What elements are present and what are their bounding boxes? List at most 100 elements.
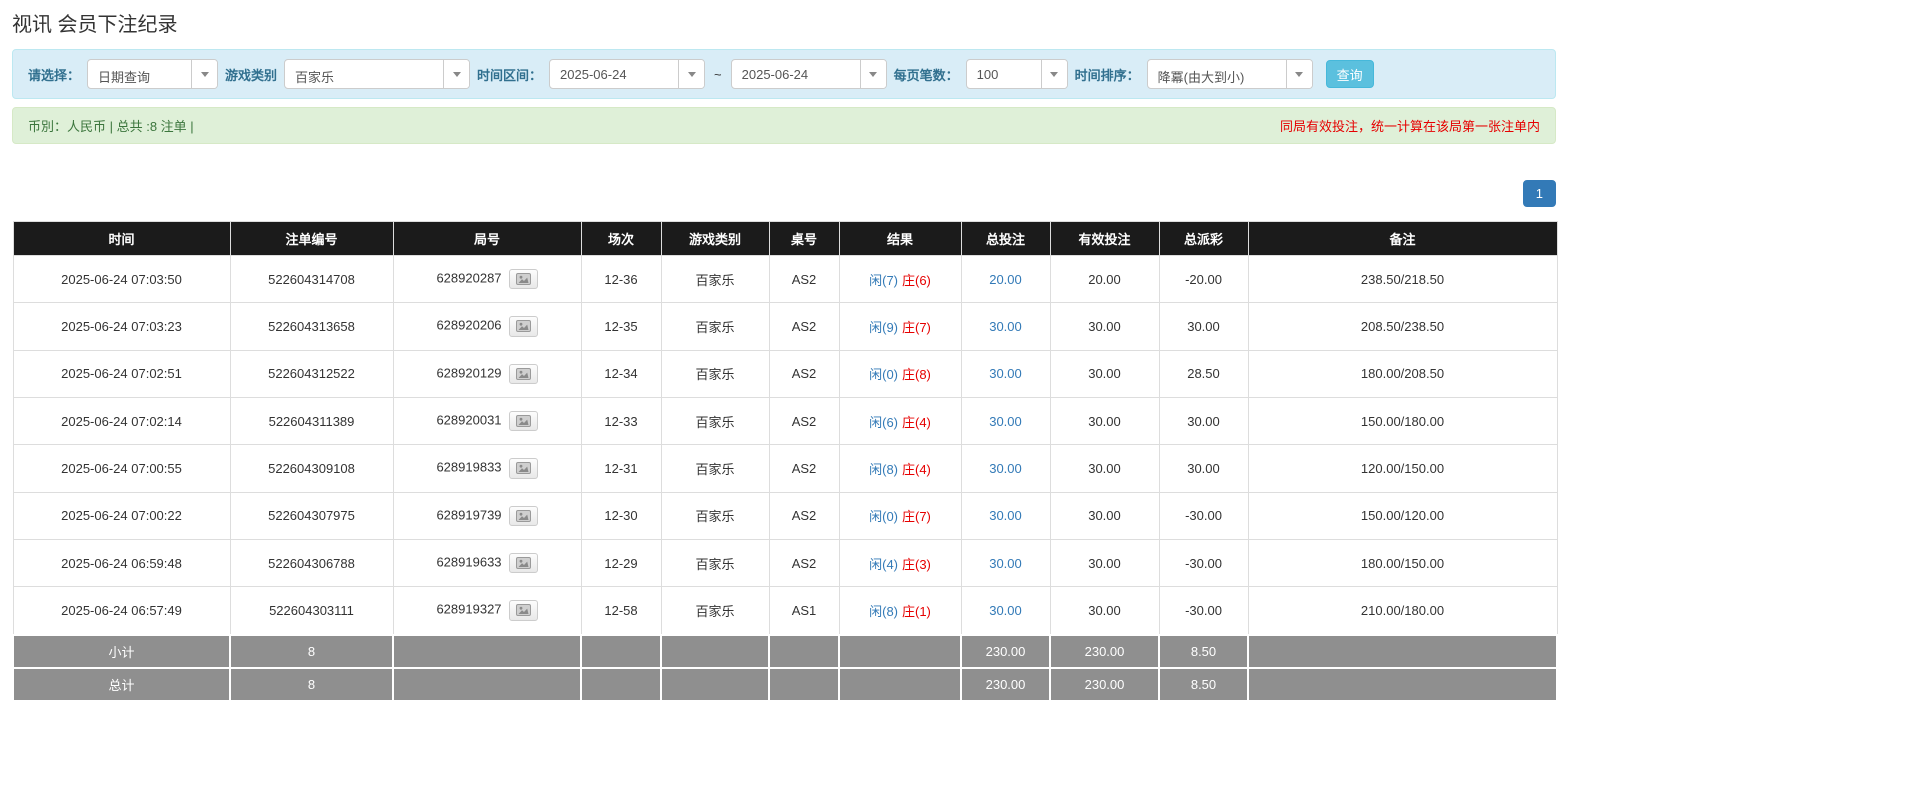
game-type-value: 百家乐 <box>295 70 335 85</box>
filter-bar: 请选择： 日期查询 游戏类别 百家乐 时间区间： 2025-06-24 ~ 20… <box>12 49 1556 99</box>
chevron-down-icon[interactable] <box>678 60 705 88</box>
result-banker: 庄(1) <box>902 603 931 619</box>
video-replay-icon <box>515 367 531 380</box>
query-mode-value: 日期查询 <box>98 70 151 85</box>
summary-bar: 币別：人民币 | 总共 :8 注单 | 同局有效投注，统一计算在该局第一张注单内 <box>12 107 1556 144</box>
table-no: AS2 <box>768 349 840 398</box>
total-bet-link[interactable]: 30.00 <box>989 319 1022 334</box>
round-cell: 628919633 <box>392 538 582 588</box>
total-bet-link[interactable]: 30.00 <box>989 603 1022 618</box>
table-no: AS2 <box>768 254 840 304</box>
total-bet-link[interactable]: 30.00 <box>989 414 1022 429</box>
round-video-button[interactable] <box>508 269 538 290</box>
round-id: 628919833 <box>436 459 502 475</box>
video-replay-icon <box>515 462 531 475</box>
round-cell: 628919739 <box>392 491 582 540</box>
result-cell: 闲(0) 庄(8) <box>838 349 962 398</box>
round-video-button[interactable] <box>508 458 538 479</box>
round-id: 628920129 <box>436 365 502 381</box>
result-cell: 闲(7) 庄(6) <box>838 254 962 304</box>
total-bet-cell: 30.00 <box>960 586 1051 636</box>
total-bet-link[interactable]: 30.00 <box>989 508 1022 523</box>
search-button[interactable]: 查询 <box>1325 60 1374 88</box>
betting-records-table: 时间 注单编号 局号 场次 游戏类别 桌号 结果 总投注 有效投注 总派彩 备注… <box>12 221 1558 702</box>
col-total-bet: 总投注 <box>960 221 1051 256</box>
video-replay-icon <box>515 320 531 333</box>
result-cell: 闲(4) 庄(3) <box>838 538 962 588</box>
bet-time: 2025-06-24 07:03:23 <box>12 302 231 351</box>
date-from-select[interactable]: 2025-06-24 <box>549 59 706 89</box>
bet-time: 2025-06-24 07:00:55 <box>12 444 231 493</box>
session: 12-58 <box>580 586 662 636</box>
payout: -30.00 <box>1158 538 1249 588</box>
bet-time: 2025-06-24 07:02:51 <box>12 349 231 398</box>
table-no: AS1 <box>768 586 840 636</box>
valid-bet: 30.00 <box>1049 444 1160 493</box>
chevron-down-icon[interactable] <box>1040 60 1067 88</box>
date-range-tilde: ~ <box>714 66 722 82</box>
col-table-no: 桌号 <box>768 221 840 256</box>
table-no: AS2 <box>768 444 840 493</box>
payout: 30.00 <box>1158 302 1249 351</box>
valid-bet: 20.00 <box>1049 254 1160 304</box>
sort-order-select[interactable]: 降冪(由大到小) <box>1146 59 1313 89</box>
chevron-down-icon[interactable] <box>191 60 218 88</box>
page-title: 视讯 会员下注纪录 <box>12 14 178 36</box>
total-bet-link[interactable]: 20.00 <box>989 272 1022 287</box>
query-mode-select[interactable]: 日期查询 <box>87 59 219 89</box>
result-banker: 庄(8) <box>902 367 931 383</box>
chevron-down-icon[interactable] <box>859 60 886 88</box>
total-bet-link[interactable]: 30.00 <box>989 461 1022 476</box>
session: 12-31 <box>580 444 662 493</box>
pagination: 1 <box>12 180 1556 207</box>
video-replay-icon <box>515 556 531 569</box>
bet-time: 2025-06-24 06:59:48 <box>12 538 231 588</box>
subtotal-count: 8 <box>229 633 394 669</box>
select-label: 请选择： <box>28 67 81 83</box>
game-type-select[interactable]: 百家乐 <box>284 59 471 89</box>
summary-currency-count: 币別：人民币 | 总共 :8 注单 | <box>28 119 194 134</box>
bet-time: 2025-06-24 06:57:49 <box>12 586 231 636</box>
table-no: AS2 <box>768 302 840 351</box>
total-total-bet: 230.00 <box>960 666 1051 702</box>
date-to-select[interactable]: 2025-06-24 <box>730 59 887 89</box>
result-cell: 闲(6) 庄(4) <box>838 396 962 446</box>
bet-id: 522604303111 <box>229 586 394 636</box>
round-video-button[interactable] <box>508 363 538 384</box>
chevron-down-icon[interactable] <box>1285 60 1312 88</box>
bet-id: 522604313658 <box>229 302 394 351</box>
subtotal-valid-bet: 230.00 <box>1049 633 1160 669</box>
total-bet-cell: 30.00 <box>960 302 1051 351</box>
round-video-button[interactable] <box>508 552 538 574</box>
chevron-down-icon[interactable] <box>443 60 470 88</box>
col-payout: 总派彩 <box>1158 221 1249 256</box>
round-video-button[interactable] <box>508 600 538 621</box>
subtotal-payout: 8.50 <box>1158 633 1249 669</box>
round-video-button[interactable] <box>508 410 538 432</box>
round-cell: 628920129 <box>392 349 582 398</box>
table-row: 2025-06-24 07:03:50 522604314708 6289202… <box>12 254 1558 304</box>
table-row: 2025-06-24 06:57:49 522604303111 6289193… <box>12 586 1558 636</box>
round-cell: 628920031 <box>392 396 582 446</box>
result-banker: 庄(6) <box>902 272 931 288</box>
total-bet-link[interactable]: 30.00 <box>989 556 1022 571</box>
round-cell: 628920206 <box>392 302 582 351</box>
note: 208.50/238.50 <box>1247 302 1558 351</box>
result-player: 闲(0) <box>869 367 898 383</box>
page-size-select[interactable]: 100 <box>965 59 1068 89</box>
round-video-button[interactable] <box>508 505 538 526</box>
round-video-button[interactable] <box>508 316 538 337</box>
result-banker: 庄(7) <box>902 319 931 335</box>
total-bet-cell: 30.00 <box>960 396 1051 446</box>
payout: -20.00 <box>1158 254 1249 304</box>
total-bet-link[interactable]: 30.00 <box>989 366 1022 381</box>
result-player: 闲(8) <box>869 603 898 619</box>
page-size-label: 每页笔数： <box>893 67 959 83</box>
result-banker: 庄(4) <box>902 461 931 477</box>
bet-id: 522604314708 <box>229 254 394 304</box>
bet-id: 522604306788 <box>229 538 394 588</box>
payout: -30.00 <box>1158 491 1249 540</box>
page-1-button[interactable]: 1 <box>1522 180 1556 207</box>
valid-bet: 30.00 <box>1049 538 1160 588</box>
sort-label: 时间排序： <box>1074 67 1140 83</box>
